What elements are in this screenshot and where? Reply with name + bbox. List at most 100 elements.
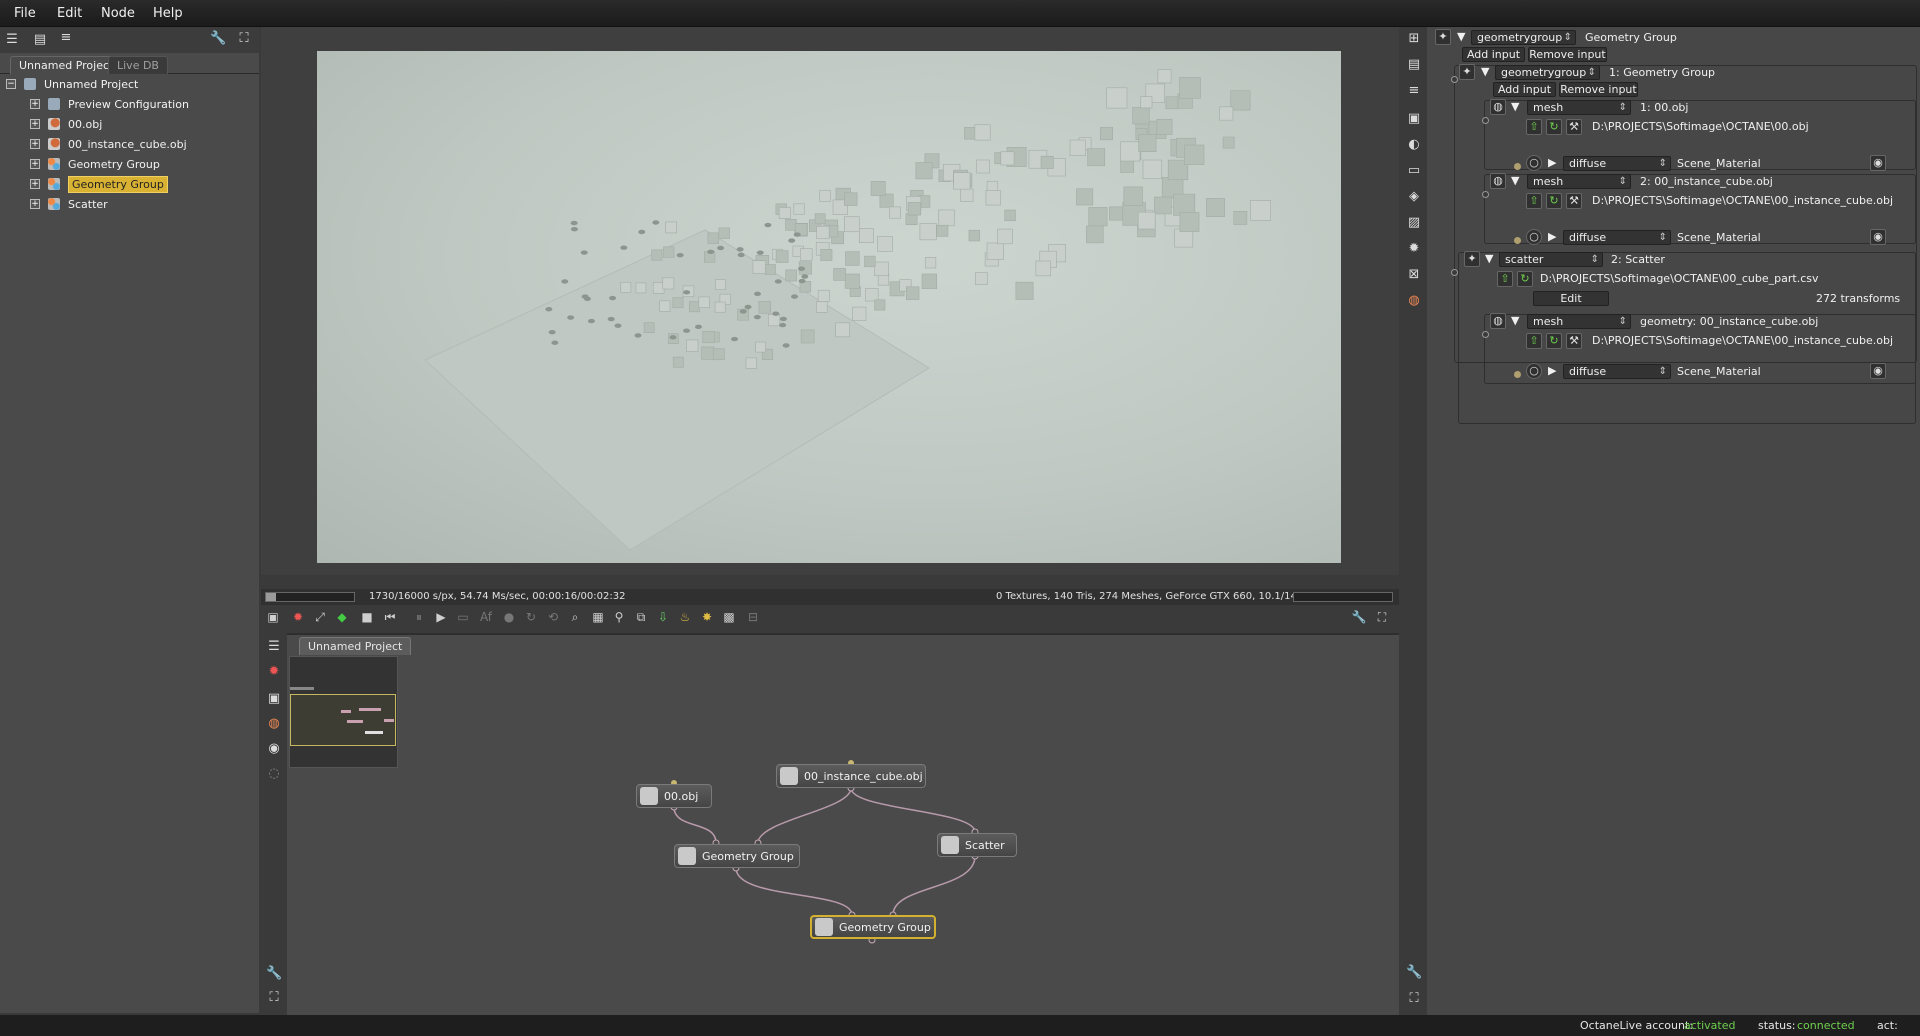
reload-icon[interactable]: ↻ (1546, 333, 1562, 349)
light-icon[interactable]: ✹ (1406, 242, 1422, 256)
node-instance-cube[interactable]: 00_instance_cube.obj (776, 764, 926, 788)
collapse-icon[interactable]: ▼ (1511, 174, 1519, 187)
mesh2-type-select[interactable]: mesh (1527, 174, 1631, 189)
cube-icon[interactable]: ◈ (1406, 190, 1422, 204)
expand-icon[interactable]: ▶ (1548, 230, 1556, 243)
camera-icon[interactable]: ◐ (1406, 138, 1422, 152)
material-ball-icon: ○ (1526, 155, 1542, 171)
transform-count: 272 transforms (1816, 292, 1901, 305)
wire (673, 806, 717, 844)
wire (850, 787, 976, 833)
collapse-icon[interactable]: ▼ (1481, 65, 1489, 78)
pin-dot[interactable] (1451, 269, 1458, 276)
mesh2-material-slot-select[interactable]: diffuse (1563, 230, 1671, 245)
load-icon[interactable]: ⇧ (1526, 193, 1542, 209)
node-00-obj[interactable]: 00.obj (636, 784, 712, 808)
node-geometry-group-1[interactable]: Geometry Group (674, 844, 800, 868)
mesh1-label: 1: 00.obj (1640, 101, 1689, 114)
pin-dot[interactable] (1451, 76, 1458, 83)
geometry-group-icon: ✦ (1435, 29, 1451, 45)
inspector-icon[interactable]: ⊞ (1406, 32, 1422, 46)
reload-icon[interactable]: ↻ (1517, 271, 1533, 287)
mesh2-path: D:\PROJECTS\Softimage\OCTANE\00_instance… (1592, 194, 1894, 207)
collapse-icon[interactable]: ▼ (1511, 100, 1519, 113)
wrench-icon[interactable]: ⚒ (1566, 193, 1582, 209)
load-icon[interactable]: ⇧ (1497, 271, 1513, 287)
wrench-icon[interactable]: 🔧 (1406, 966, 1422, 980)
node-geometry-group-2[interactable]: Geometry Group (810, 915, 936, 939)
act-label: act: (1877, 1019, 1898, 1032)
node-label: 00_instance_cube.obj (804, 769, 923, 783)
wire (735, 867, 853, 916)
eye-icon[interactable]: ◉ (1870, 229, 1886, 245)
scatter-icon: ✦ (1464, 251, 1480, 267)
mesh-icon: ◍ (1490, 173, 1506, 189)
scatter-icon (941, 836, 959, 854)
node-label: 00.obj (664, 789, 699, 803)
mesh1-material: Scene_Material (1677, 157, 1761, 170)
fullscreen-icon[interactable]: ⛶ (1406, 992, 1422, 1006)
expand-icon[interactable]: ▶ (1548, 156, 1556, 169)
remove-input-button[interactable]: Remove input (1528, 47, 1607, 62)
reload-icon[interactable]: ↻ (1546, 119, 1562, 135)
pin-dot[interactable] (1482, 191, 1489, 198)
pin-dot[interactable] (1482, 331, 1489, 338)
add-input-button[interactable]: Add input (1493, 82, 1556, 97)
top-node-type-select[interactable]: geometrygroup (1471, 30, 1576, 45)
group-type-select[interactable]: geometrygroup (1495, 65, 1600, 80)
status-value: connected (1797, 1019, 1855, 1032)
geometry-group-icon (678, 847, 696, 865)
pin-dot[interactable] (1514, 371, 1521, 378)
image-icon[interactable]: ▣ (1406, 112, 1422, 126)
mesh1-type-select[interactable]: mesh (1527, 100, 1631, 115)
expand-icon[interactable]: ▶ (1548, 364, 1556, 377)
eye-icon[interactable]: ◉ (1870, 363, 1886, 379)
mesh1-path: D:\PROJECTS\Softimage\OCTANE\00.obj (1592, 120, 1809, 133)
pin-dot[interactable] (1482, 117, 1489, 124)
mesh-icon: ◍ (1490, 313, 1506, 329)
node-label: Geometry Group (839, 920, 931, 934)
mesh3-type-select[interactable]: mesh (1527, 314, 1631, 329)
wrench-icon[interactable]: ⚒ (1566, 119, 1582, 135)
account-value: activated (1684, 1019, 1736, 1032)
material-ball-icon: ○ (1526, 229, 1542, 245)
pin-dot[interactable] (1514, 163, 1521, 170)
reload-icon[interactable]: ↻ (1546, 193, 1562, 209)
mesh2-label: 2: 00_instance_cube.obj (1640, 175, 1773, 188)
remove-input-button[interactable]: Remove input (1559, 82, 1638, 97)
load-icon[interactable]: ⇧ (1526, 119, 1542, 135)
scatter-type-select[interactable]: scatter (1499, 252, 1603, 267)
app-status-bar: OctaneLive account: activated status: co… (0, 1015, 1920, 1036)
collapse-icon[interactable]: ▼ (1457, 30, 1465, 43)
wire (757, 787, 852, 844)
list-icon[interactable]: ≡ (1406, 84, 1422, 98)
add-input-button[interactable]: Add input (1462, 47, 1525, 62)
geometry-icon[interactable]: ◍ (1406, 294, 1422, 308)
transform-icon[interactable]: ⊠ (1406, 268, 1422, 282)
load-icon[interactable]: ⇧ (1526, 333, 1542, 349)
top-node-name: Geometry Group (1585, 31, 1677, 44)
mesh3-material-slot-select[interactable]: diffuse (1563, 364, 1671, 379)
mesh-icon (780, 767, 798, 785)
film-icon[interactable]: ▭ (1406, 164, 1422, 178)
layers-icon[interactable]: ▤ (1406, 58, 1422, 72)
mesh1-material-slot-select[interactable]: diffuse (1563, 156, 1671, 171)
collapse-icon[interactable]: ▼ (1485, 252, 1493, 265)
account-label: OctaneLive account: (1580, 1019, 1693, 1032)
mesh3-material: Scene_Material (1677, 365, 1761, 378)
wrench-icon[interactable]: ⚒ (1566, 333, 1582, 349)
status-label: status: (1758, 1019, 1796, 1032)
eye-icon[interactable]: ◉ (1870, 155, 1886, 171)
geometry-group-icon: ✦ (1459, 64, 1475, 80)
mesh2-material: Scene_Material (1677, 231, 1761, 244)
edit-button[interactable]: Edit (1533, 291, 1609, 306)
mesh-icon (640, 787, 658, 805)
picture-icon[interactable]: ▨ (1406, 216, 1422, 230)
node-scatter[interactable]: Scatter (937, 833, 1017, 857)
mesh-icon: ◍ (1490, 99, 1506, 115)
collapse-icon[interactable]: ▼ (1511, 314, 1519, 327)
mesh3-label: geometry: 00_instance_cube.obj (1640, 315, 1819, 328)
pin-dot[interactable] (1514, 237, 1521, 244)
node-label: Geometry Group (702, 849, 794, 863)
node-inspector-panel: ✦ ▼ geometrygroup Geometry Group Add inp… (1427, 27, 1920, 1015)
